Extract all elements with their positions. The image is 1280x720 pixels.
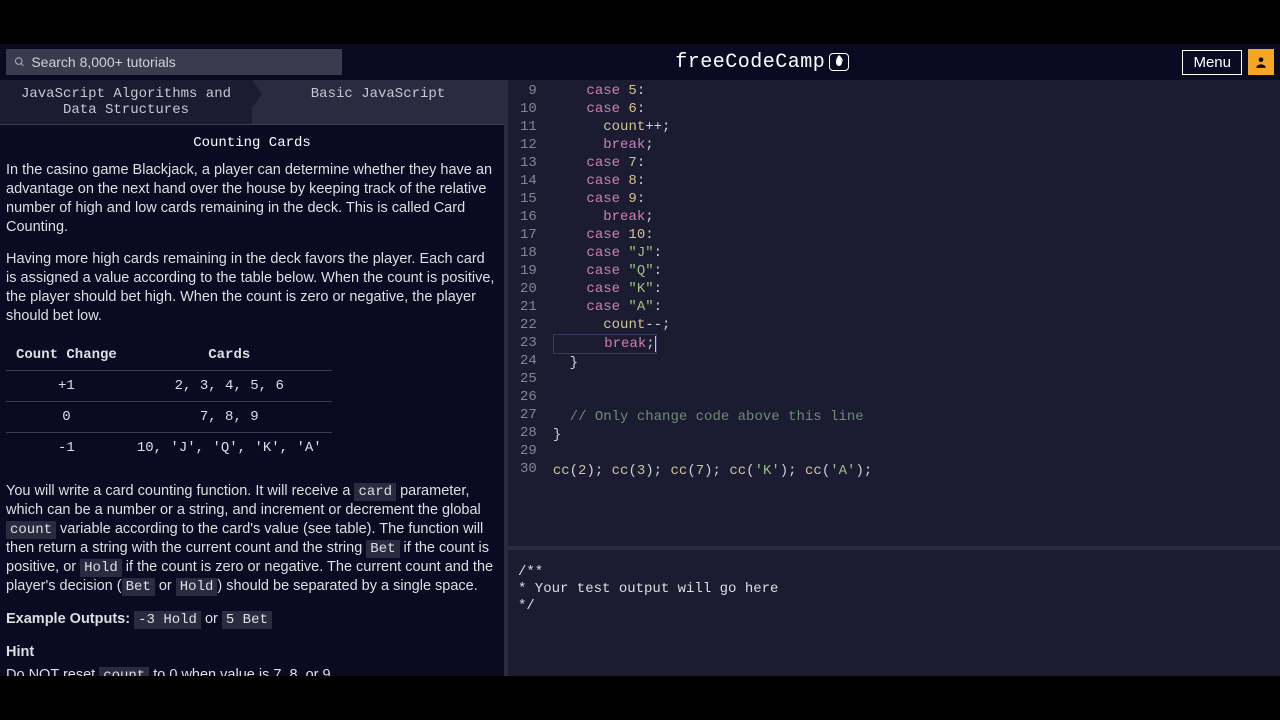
fire-icon — [829, 53, 849, 71]
brand-logo[interactable]: freeCodeCamp — [675, 51, 849, 74]
description-p1: In the casino game Blackjack, a player c… — [6, 161, 498, 236]
editor-pane: 9101112131415161718192021222324252627282… — [508, 80, 1280, 676]
menu-button[interactable]: Menu — [1182, 50, 1242, 75]
page-title: Counting Cards — [0, 125, 504, 161]
instructions-pane: JavaScript Algorithms and Data Structure… — [0, 80, 508, 676]
hint-heading: Hint — [6, 643, 498, 662]
table-row: +12, 3, 4, 5, 6 — [6, 370, 332, 401]
table-row: 07, 8, 9 — [6, 402, 332, 433]
example-outputs: Example Outputs: -3 Hold or 5 Bet — [6, 610, 498, 629]
brand-text: freeCodeCamp — [675, 51, 825, 74]
header-bar: freeCodeCamp Menu — [0, 44, 1280, 80]
breadcrumb-block[interactable]: Basic JavaScript — [252, 80, 504, 124]
th-cards: Cards — [127, 340, 332, 371]
table-row: -110, 'J', 'Q', 'K', 'A' — [6, 433, 332, 464]
th-change: Count Change — [6, 340, 127, 371]
hint-line: Do NOT reset count to 0 when value is 7,… — [6, 666, 498, 676]
search-box[interactable] — [6, 49, 342, 75]
console-output: /** * Your test output will go here */ — [508, 546, 1280, 676]
breadcrumb-superblock[interactable]: JavaScript Algorithms and Data Structure… — [0, 80, 252, 124]
code-area[interactable]: case 5: case 6: count++; break; case 7: … — [545, 80, 1280, 546]
search-input[interactable] — [31, 54, 334, 70]
line-gutter: 9101112131415161718192021222324252627282… — [508, 80, 545, 546]
breadcrumb: JavaScript Algorithms and Data Structure… — [0, 80, 504, 125]
description-p2: Having more high cards remaining in the … — [6, 250, 498, 325]
cards-table: Count Change Cards +12, 3, 4, 5, 6 07, 8… — [6, 340, 332, 464]
signin-button[interactable] — [1248, 49, 1274, 75]
search-icon — [14, 56, 25, 68]
user-icon — [1254, 55, 1268, 69]
instructions-p: You will write a card counting function.… — [6, 482, 498, 597]
code-editor[interactable]: 9101112131415161718192021222324252627282… — [508, 80, 1280, 546]
